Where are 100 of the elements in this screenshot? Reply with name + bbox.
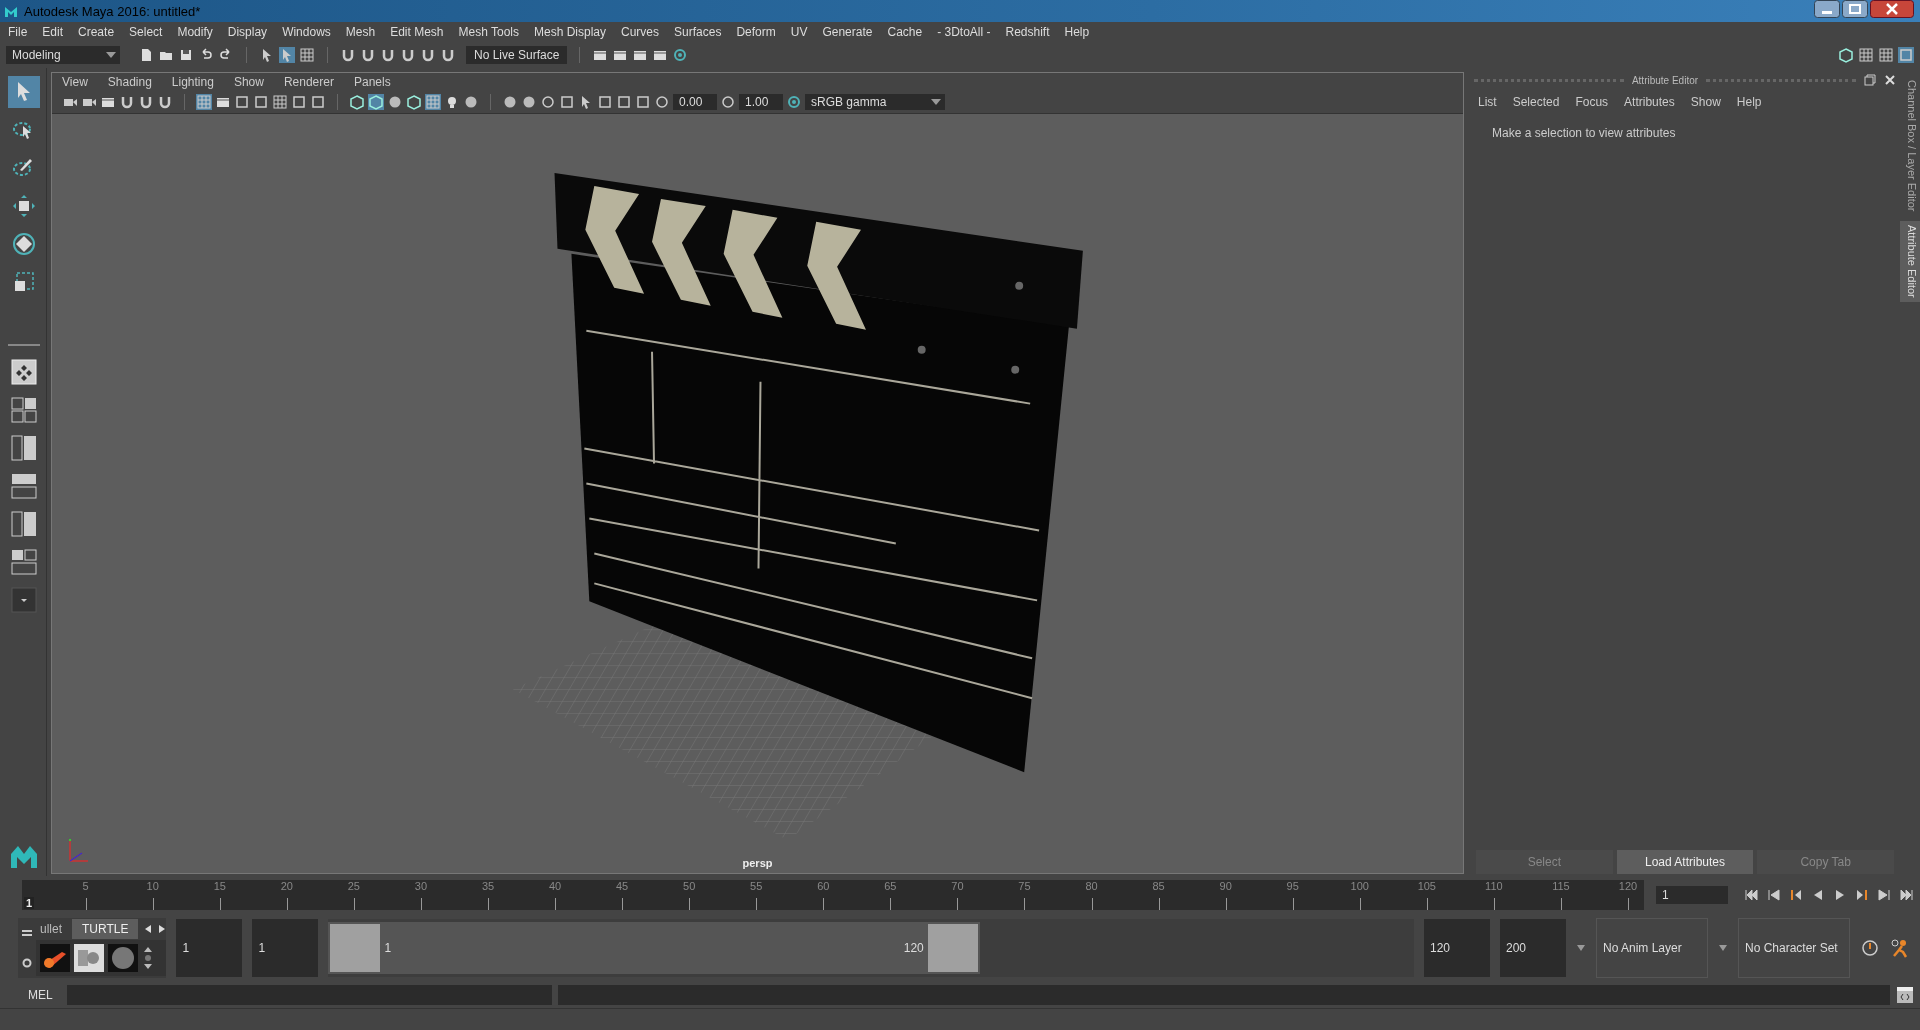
menu-item[interactable]: Show [1690, 95, 1721, 109]
layout-button[interactable] [11, 549, 37, 575]
range-slider-track[interactable]: 1 120 [328, 919, 1414, 977]
panel-menu-item[interactable]: Renderer [283, 75, 334, 89]
sphere-icon[interactable] [502, 94, 518, 110]
layout-button[interactable] [11, 397, 37, 423]
ring-icon[interactable] [540, 94, 556, 110]
sphere-icon[interactable] [521, 94, 537, 110]
auto-key-icon[interactable] [1860, 938, 1880, 958]
step-forward-key-button[interactable] [1876, 887, 1892, 903]
float-icon[interactable] [1864, 74, 1876, 86]
range-handle[interactable] [927, 924, 978, 972]
magnet-icon[interactable] [420, 47, 436, 63]
start-time-field[interactable]: 1 [176, 919, 243, 977]
close-icon[interactable] [1884, 74, 1896, 86]
sphere-icon[interactable] [463, 94, 479, 110]
menu-item[interactable]: Generate [822, 25, 873, 39]
ring-icon[interactable] [654, 94, 670, 110]
minimize-button[interactable] [1814, 0, 1840, 18]
menu-item[interactable]: - 3DtoAll - [937, 25, 991, 39]
menu-item[interactable]: UV [790, 25, 808, 39]
menu-item[interactable]: Selected [1512, 95, 1560, 109]
menu-item[interactable]: Focus [1575, 95, 1609, 109]
go-to-end-button[interactable] [1898, 887, 1914, 903]
live-surface-field[interactable]: No Live Surface [466, 46, 568, 64]
cube-icon[interactable] [1838, 47, 1854, 63]
menu-item[interactable]: File [8, 25, 28, 39]
magnet-icon[interactable] [157, 94, 173, 110]
running-figure-icon[interactable] [1890, 938, 1910, 958]
shelf-tab[interactable]: TURTLE [72, 919, 139, 939]
cube-icon[interactable] [406, 94, 422, 110]
menu-item[interactable]: Windows [282, 25, 331, 39]
menu-item[interactable]: Mesh [345, 25, 376, 39]
grid-icon[interactable] [272, 94, 288, 110]
magnet-icon[interactable] [340, 47, 356, 63]
square-icon[interactable] [234, 94, 250, 110]
step-forward-frame-button[interactable] [1854, 887, 1870, 903]
panel-menu-item[interactable]: View [62, 75, 88, 89]
square-icon[interactable] [291, 94, 307, 110]
panel-menu-item[interactable]: Shading [107, 75, 152, 89]
playback-end-field[interactable]: 120 [1424, 919, 1490, 977]
settings-icon[interactable] [21, 957, 33, 969]
playback-start-field[interactable]: 1 [252, 919, 319, 977]
panel-menu-item[interactable]: Show [233, 75, 264, 89]
menu-item[interactable]: Display [227, 25, 268, 39]
caret-icon[interactable] [1576, 944, 1586, 952]
scroll-right-icon[interactable] [158, 924, 167, 934]
editor-button[interactable]: Load Attributes [1616, 850, 1754, 874]
menu-item[interactable]: Cache [887, 25, 923, 39]
magnet-icon[interactable] [400, 47, 416, 63]
restore-button[interactable] [1842, 0, 1868, 18]
magnet-icon[interactable] [138, 94, 154, 110]
menu-item[interactable]: Edit [42, 25, 64, 39]
layout-button[interactable] [11, 511, 37, 537]
go-to-start-button[interactable] [1744, 887, 1760, 903]
menu-item[interactable]: Select [129, 25, 163, 39]
layout-button[interactable] [11, 473, 37, 499]
range-handle[interactable] [330, 924, 381, 972]
menu-item[interactable]: Deform [736, 25, 776, 39]
square-icon[interactable] [559, 94, 575, 110]
color-space-dropdown[interactable]: sRGB gamma [805, 94, 945, 110]
menu-item[interactable]: Surfaces [674, 25, 722, 39]
magnet-icon[interactable] [440, 47, 456, 63]
grid-icon[interactable] [299, 47, 315, 63]
side-tab[interactable]: Attribute Editor [1900, 221, 1920, 303]
command-language-label[interactable]: MEL [28, 988, 53, 1002]
end-time-field[interactable]: 200 [1500, 919, 1566, 977]
menu-item[interactable]: Help [1064, 25, 1090, 39]
menu-item[interactable]: Help [1736, 95, 1762, 109]
move-tool-button[interactable] [11, 193, 37, 219]
square-icon[interactable] [616, 94, 632, 110]
character-set-dropdown[interactable]: No Character Set [1738, 918, 1850, 978]
menu-item[interactable]: List [1478, 95, 1497, 109]
menu-item[interactable]: Mesh Tools [458, 25, 519, 39]
menu-item[interactable]: Curves [621, 25, 660, 39]
step-back-frame-button[interactable] [1788, 887, 1804, 903]
side-tab[interactable]: Channel Box / Layer Editor [1900, 76, 1920, 216]
fire-icon[interactable] [40, 944, 70, 972]
grid-icon[interactable] [1878, 47, 1894, 63]
anim-layer-dropdown[interactable]: No Anim Layer [1596, 918, 1708, 978]
sphere-icon[interactable] [387, 94, 403, 110]
gamma-field[interactable]: 1.00 [739, 94, 783, 110]
shelf-tab[interactable]: ullet [36, 919, 66, 939]
square-icon[interactable] [597, 94, 613, 110]
square-icon[interactable] [635, 94, 651, 110]
exposure-field[interactable]: 0.00 [673, 94, 717, 110]
ring-icon[interactable] [720, 94, 736, 110]
layout-button[interactable] [11, 435, 37, 461]
script-editor-icon[interactable] [1896, 986, 1914, 1004]
current-frame-field[interactable]: 1 [1656, 886, 1728, 904]
rotate-tool-button[interactable] [11, 231, 37, 257]
time-ruler[interactable]: 5 10 15 20 25 30 35 40 45 50 55 60 65 70 75 80 85 90 95 100 105 110 115 120 1 [22, 880, 1644, 910]
command-input-field[interactable] [66, 985, 552, 1005]
menu-item[interactable]: Mesh Display [534, 25, 607, 39]
menu-item[interactable]: Create [78, 25, 115, 39]
layout-button[interactable] [11, 359, 37, 385]
square-icon[interactable] [253, 94, 269, 110]
magnet-icon[interactable] [119, 94, 135, 110]
cube-icon[interactable] [349, 94, 365, 110]
menu-item[interactable]: Attributes [1624, 95, 1675, 109]
